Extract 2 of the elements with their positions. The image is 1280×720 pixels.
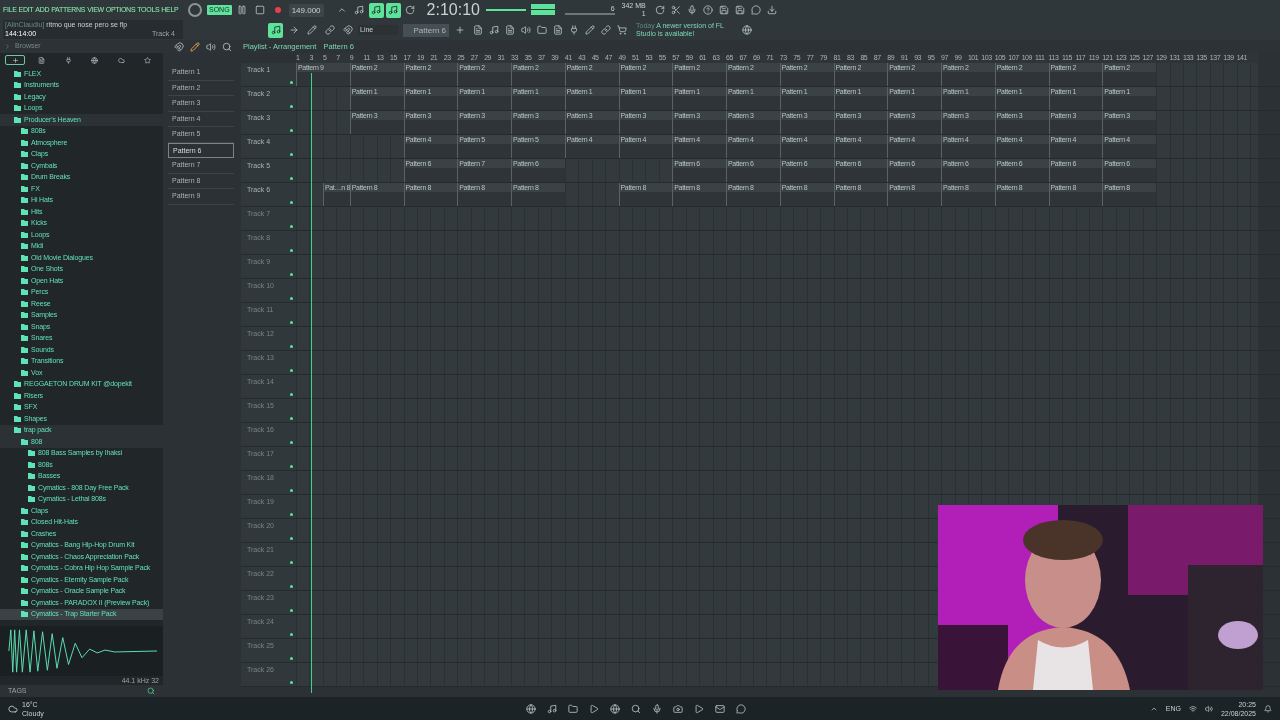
tempo-field[interactable]: 149.000: [288, 3, 324, 17]
pattern-selector[interactable]: Pattern 6: [403, 23, 449, 37]
